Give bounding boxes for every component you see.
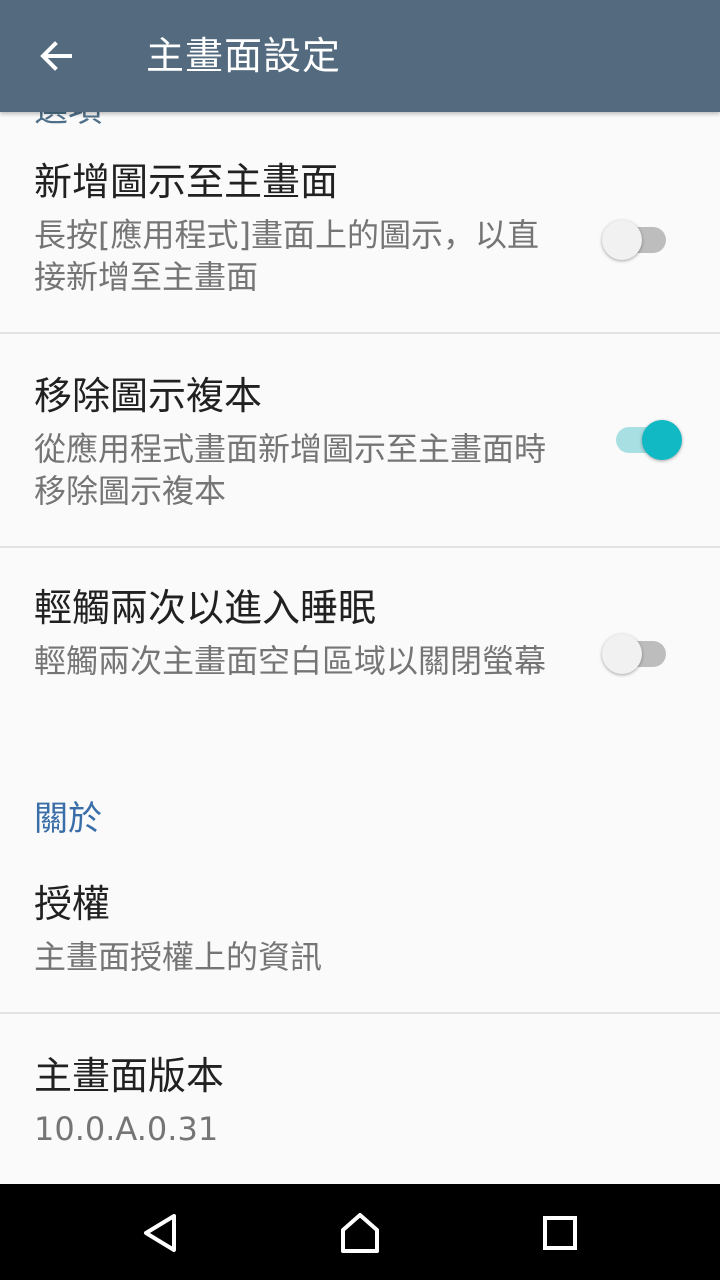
setting-remove-duplicate-icon[interactable]: 移除圖示複本 從應用程式畫面新增圖示至主畫面時移除圖示複本	[0, 334, 720, 546]
setting-title: 移除圖示複本	[34, 374, 263, 418]
setting-license[interactable]: 授權 主畫面授權上的資訊	[0, 852, 720, 1012]
setting-title: 新增圖示至主畫面	[34, 160, 339, 204]
nav-recents-button[interactable]	[535, 1208, 585, 1258]
setting-title: 授權	[34, 882, 111, 926]
setting-home-version[interactable]: 主畫面版本 10.0.A.0.31	[0, 1014, 720, 1184]
setting-add-icon-to-home[interactable]: 新增圖示至主畫面 長按[應用程式]畫面上的圖示，以直接新增至主畫面	[0, 140, 720, 332]
setting-double-tap-sleep[interactable]: 輕觸兩次以進入睡眠 輕觸兩次主畫面空白區域以關閉螢幕	[0, 548, 720, 748]
nav-back-button[interactable]	[135, 1208, 185, 1258]
setting-summary: 主畫面授權上的資訊	[34, 938, 323, 976]
toggle-switch-double-tap-sleep[interactable]	[602, 634, 682, 674]
settings-list[interactable]: 選項 新增圖示至主畫面 長按[應用程式]畫面上的圖示，以直接新增至主畫面 移除圖…	[0, 112, 720, 1184]
home-icon	[341, 1213, 379, 1253]
arrow-back-icon	[40, 41, 72, 71]
back-triangle-icon	[144, 1214, 176, 1252]
setting-title: 主畫面版本	[34, 1054, 225, 1098]
toggle-thumb	[642, 420, 682, 460]
app-bar: 主畫面設定	[0, 0, 720, 112]
setting-summary: 長按[應用程式]畫面上的圖示，以直接新增至主畫面	[34, 216, 539, 296]
toggle-switch-remove-duplicate[interactable]	[602, 420, 682, 460]
section-header-options: 選項	[34, 112, 102, 130]
setting-summary: 從應用程式畫面新增圖示至主畫面時移除圖示複本	[34, 430, 547, 510]
system-nav-bar	[0, 1184, 720, 1280]
page-title: 主畫面設定	[146, 34, 342, 78]
setting-summary: 10.0.A.0.31	[34, 1110, 219, 1148]
toggle-switch-add-icon[interactable]	[602, 220, 682, 260]
setting-summary: 輕觸兩次主畫面空白區域以關閉螢幕	[34, 642, 547, 680]
recents-square-icon	[543, 1216, 577, 1250]
setting-title: 輕觸兩次以進入睡眠	[34, 586, 377, 630]
back-button[interactable]	[28, 30, 84, 82]
toggle-thumb	[602, 634, 642, 674]
toggle-thumb	[602, 220, 642, 260]
section-header-about: 關於	[34, 799, 102, 839]
nav-home-button[interactable]	[335, 1208, 385, 1258]
